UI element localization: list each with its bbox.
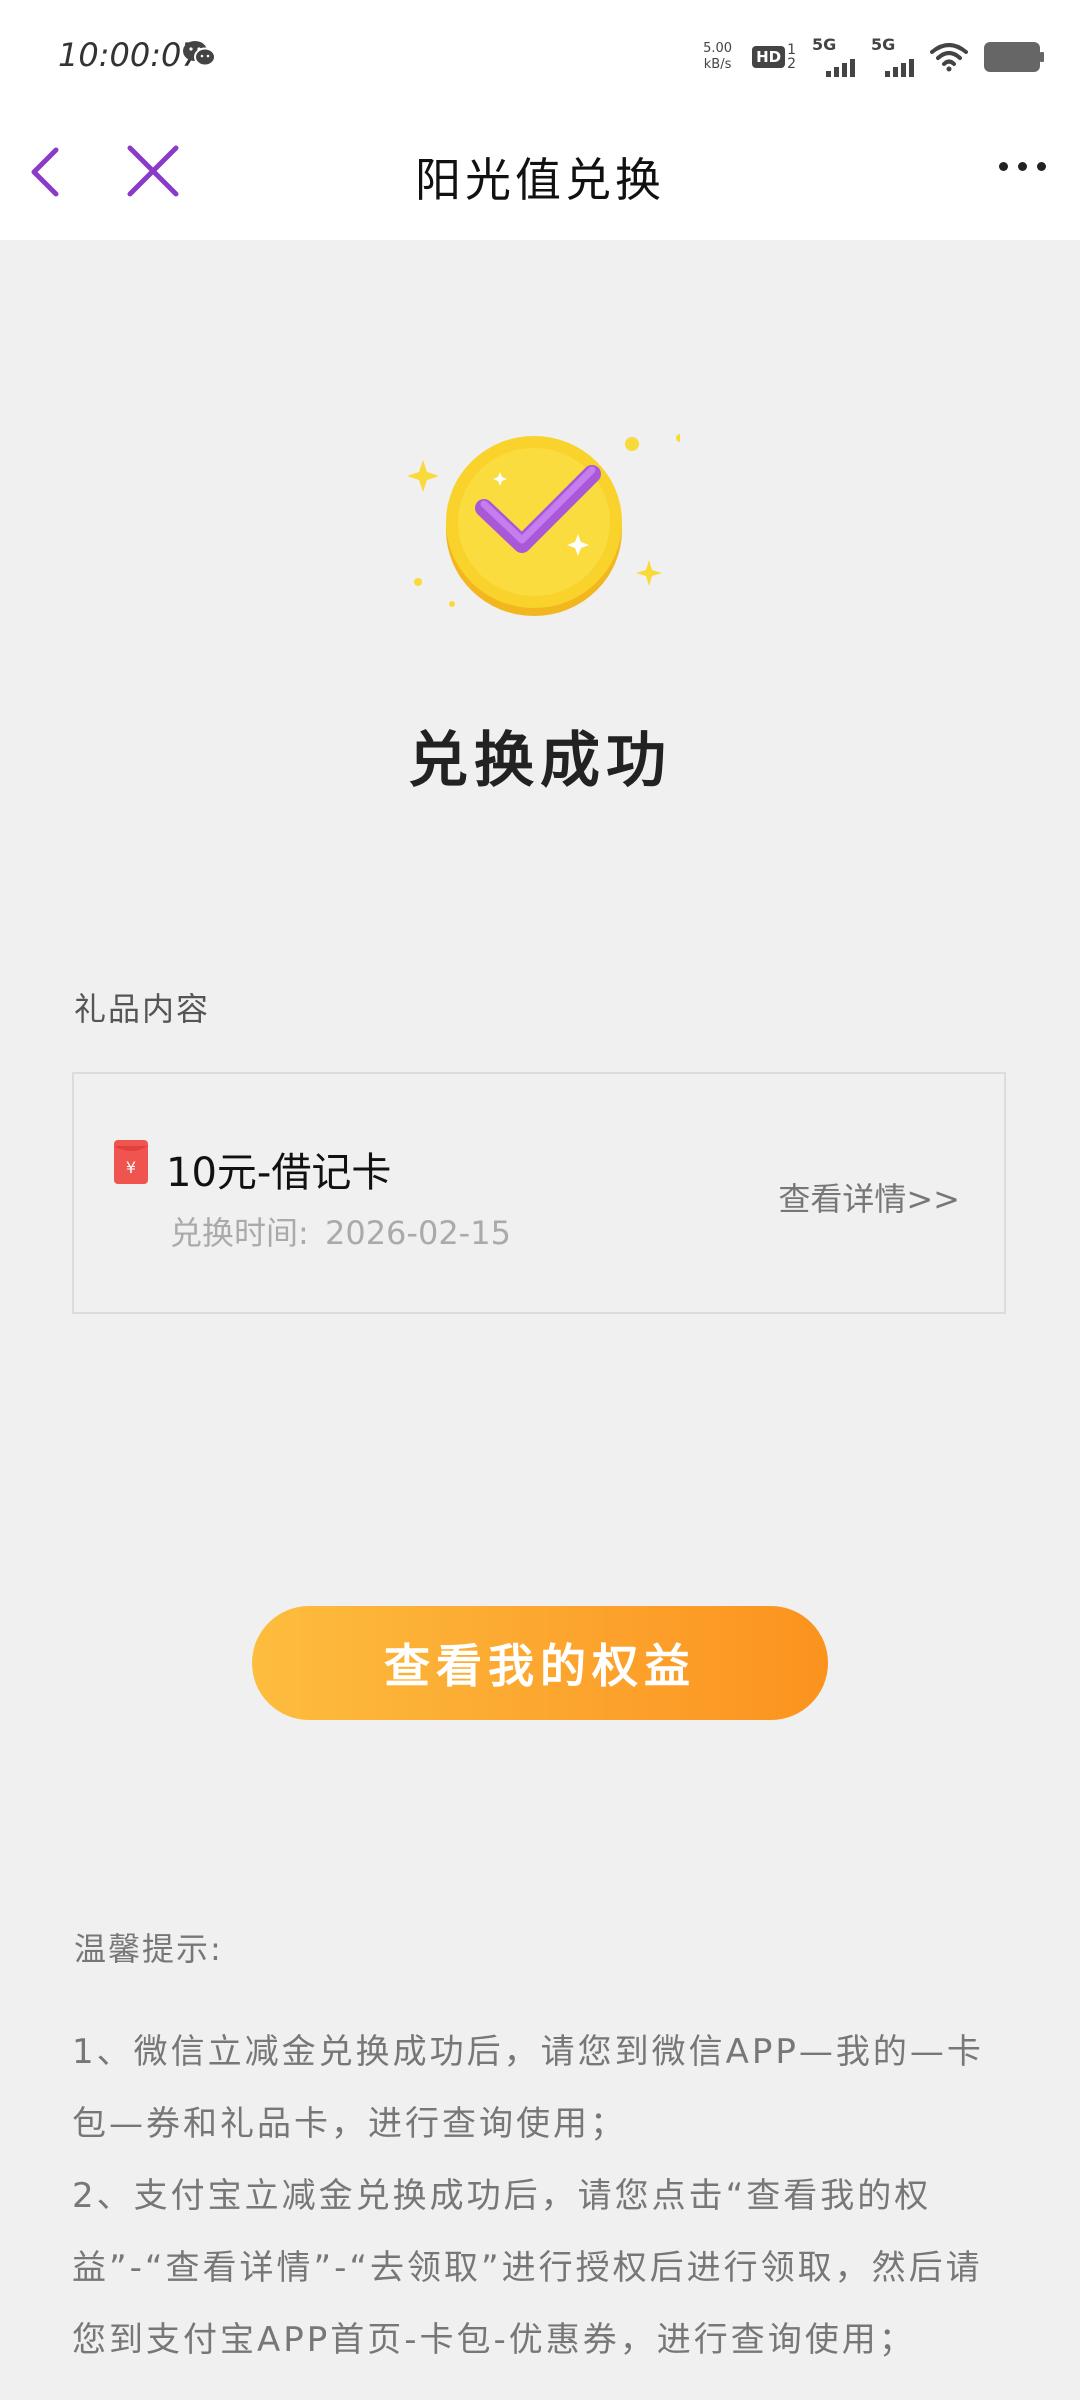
sim1-network-label: 5G xyxy=(812,35,837,54)
hd-icon: HD 1 2 xyxy=(752,43,796,71)
red-packet-symbol: ¥ xyxy=(126,1158,136,1177)
gift-section-label: 礼品内容 xyxy=(74,990,211,1028)
gift-card: ¥ 10元-借记卡 兑换时间: 2026-02-15 查看详情>> xyxy=(72,1072,1006,1314)
redeem-time-row: 兑换时间: 2026-02-15 xyxy=(170,1208,511,1254)
status-bar: 10:00:07 5.00 kB/s HD 1 2 5G 5G xyxy=(0,0,1080,112)
signal-icon-sim1: 5G xyxy=(812,35,855,77)
wifi-icon xyxy=(930,43,968,72)
status-time: 10:00:07 xyxy=(58,36,202,74)
redeem-time-label: 兑换时间: xyxy=(170,1214,309,1252)
sim2-network-label: 5G xyxy=(871,35,896,54)
tips-title: 温馨提示: xyxy=(74,1930,223,1968)
hd-sim-index: 1 2 xyxy=(787,43,796,71)
battery-icon xyxy=(984,42,1044,72)
success-title: 兑换成功 xyxy=(408,726,672,796)
signal-icon-sim2: 5G xyxy=(871,35,914,77)
hd-label: HD xyxy=(752,46,786,68)
view-details-link[interactable]: 查看详情>> xyxy=(778,1174,960,1220)
view-my-rights-button[interactable]: 查看我的权益 xyxy=(252,1606,828,1720)
tip-item-1: 1、微信立减金兑换成功后，请您到微信APP—我的—卡包—券和礼品卡，进行查询使用… xyxy=(72,2032,984,2144)
gift-name: 10元-借记卡 xyxy=(166,1150,392,1196)
wechat-icon xyxy=(183,41,216,67)
more-options-icon[interactable] xyxy=(999,162,1046,171)
network-speed: 5.00 kB/s xyxy=(703,41,732,73)
redeem-time-value: 2026-02-15 xyxy=(324,1214,511,1252)
network-speed-value: 5.00 xyxy=(703,41,733,56)
tips-body: 1、微信立减金兑换成功后，请您到微信APP—我的—卡包—券和礼品卡，进行查询使用… xyxy=(72,2016,1012,2376)
network-speed-unit: kB/s xyxy=(703,57,732,72)
success-check-icon xyxy=(407,434,680,616)
page-title: 阳光值兑换 xyxy=(415,153,665,207)
tip-item-2: 2、支付宝立减金兑换成功后，请您点击“查看我的权益”-“查看详情”-“去领取”进… xyxy=(72,2176,983,2360)
status-indicators: 5.00 kB/s HD 1 2 5G 5G xyxy=(703,30,1044,84)
red-packet-icon: ¥ xyxy=(114,1140,148,1184)
hd-sim-bottom: 2 xyxy=(787,56,796,72)
nav-bar: 阳光值兑换 xyxy=(0,112,1080,240)
